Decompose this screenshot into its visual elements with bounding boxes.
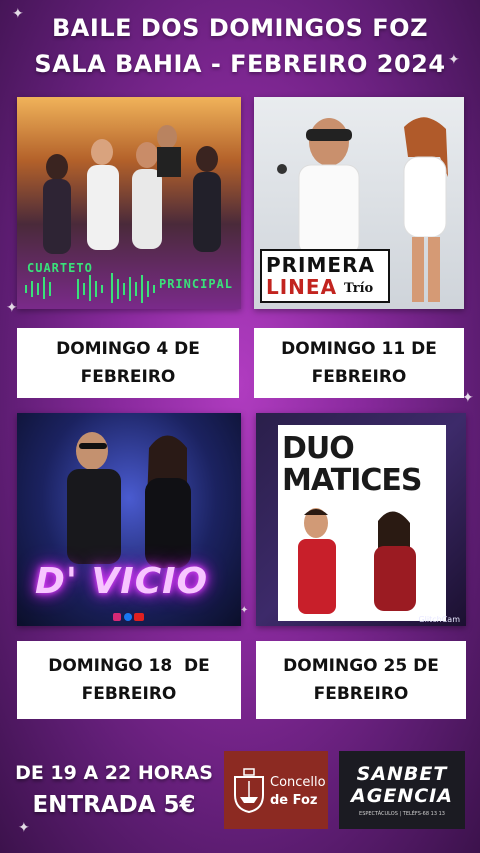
event-date-box: DOMINGO 18 DE FEBREIRO: [17, 641, 241, 719]
sanbet-agencia-logo: SANBET AGENCIA ESPECTÁCULOS | TELÉFS-68 …: [339, 751, 465, 829]
band-name-line2: LINEA: [266, 275, 338, 299]
event-date-box: DOMINGO 4 DE FEBREIRO: [17, 328, 239, 398]
band-name-line1: CUARTETO: [27, 261, 93, 275]
social-icons: [113, 613, 145, 623]
band-name-line2: PRINCIPAL: [158, 277, 233, 291]
instagram-icon: [113, 613, 121, 621]
event-date-line1: DOMINGO 11 DE: [281, 339, 437, 359]
facebook-icon: [123, 613, 132, 621]
agency-name-line2: AGENCIA: [351, 785, 453, 807]
event-date-line2: FEBREIRO: [80, 367, 176, 387]
concello-label-line1: Concello: [270, 775, 326, 790]
concello-label-line2: de Foz: [270, 793, 318, 808]
watermark-glitchcam: GlitchCam: [418, 615, 460, 624]
band-name-extra: Trío: [344, 281, 374, 296]
band-photo-cuarteto-principal: CUARTETO PRINCIPAL: [17, 97, 241, 309]
event-hours: DE 19 A 22 HORAS: [15, 762, 213, 784]
poster-title: BAILE DOS DOMINGOS FOZ: [52, 14, 428, 42]
agency-name-line1: SANBET: [356, 763, 448, 785]
sparkle-icon: ✦: [6, 300, 18, 316]
event-date-line1: DOMINGO 4 DE: [56, 339, 200, 359]
agency-tagline: ESPECTÁCULOS | TELÉFS-68 13 13: [359, 811, 445, 817]
event-date-line2: FEBREIRO: [81, 684, 177, 704]
band-name-line1: PRIMERA: [266, 253, 375, 277]
sparkle-icon: ✦: [240, 605, 249, 616]
band-photo-duo-matices: DUO MATICES GlitchCam: [256, 413, 466, 626]
event-date-line1: DOMINGO 25 DE: [283, 656, 439, 676]
band-photo-inner: DUO MATICES: [278, 425, 446, 621]
band-logo-primera-linea: PRIMERA LINEA Trío: [260, 249, 390, 303]
event-date-box: DOMINGO 25 DE FEBREIRO: [256, 641, 466, 719]
band-name-d-vicio: D' VICIO: [35, 561, 209, 602]
band-name-line1: DUO: [282, 431, 355, 466]
event-date-box: DOMINGO 11 DE FEBREIRO: [254, 328, 464, 398]
concello-de-foz-logo: Concello de Foz: [224, 751, 328, 829]
band-name-line2: MATICES: [282, 463, 422, 498]
youtube-icon: [134, 613, 145, 621]
band-photo-d-vicio: D' VICIO: [17, 413, 241, 626]
event-date-line1: DOMINGO 18 DE: [48, 656, 210, 676]
coat-of-arms-icon: [234, 768, 264, 813]
event-price: ENTRADA 5€: [32, 792, 196, 818]
event-date-line2: FEBREIRO: [311, 367, 407, 387]
sparkle-icon: ✦: [18, 820, 30, 836]
poster-subtitle: SALA BAHIA - FEBREIRO 2024: [34, 50, 446, 78]
band-photo-primera-linea: PRIMERA LINEA Trío: [254, 97, 464, 309]
event-date-line2: FEBREIRO: [313, 684, 409, 704]
